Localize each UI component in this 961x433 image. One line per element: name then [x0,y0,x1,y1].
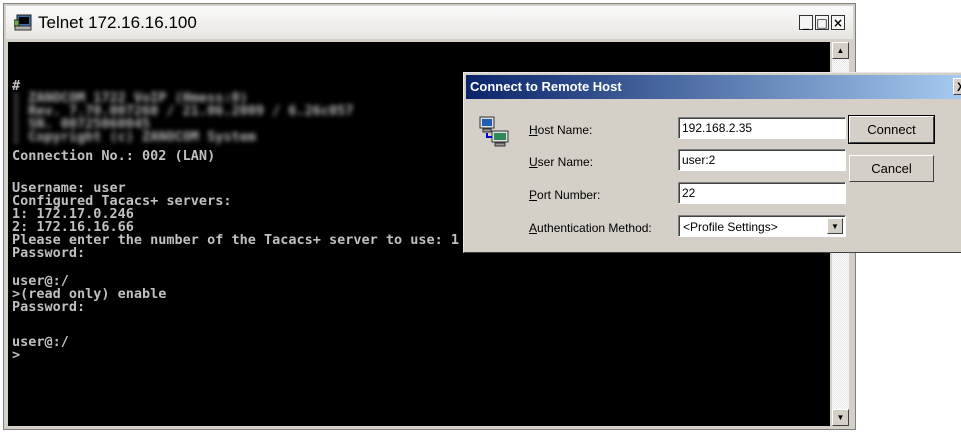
window-title: Telnet 172.16.16.100 [38,13,197,32]
terminal-line-blurred: ¦ Copyright (c) ZANOCOM System [12,129,256,145]
maximize-button[interactable]: □ [815,15,829,30]
network-computers-icon [479,116,509,147]
close-icon: X [956,79,961,94]
terminal-line: Connection No.: 002 (LAN) [12,148,216,164]
minimize-icon: _ [803,15,809,30]
chevron-down-icon: ▼ [831,221,839,231]
auth-method-label: Authentication Method: [529,221,652,235]
telnet-titlebar[interactable]: Telnet 172.16.16.100 _ □ × [6,6,853,39]
scroll-down-button[interactable]: ▼ [832,409,849,426]
arrow-down-icon: ▼ [836,413,845,422]
arrow-up-icon: ▲ [836,46,845,55]
user-name-label: User Name: [529,155,594,169]
connect-button[interactable]: Connect [848,115,935,144]
connect-dialog: Connect to Remote Host X Host Name: 192.… [463,72,961,253]
port-number-label: Port Number: [529,188,601,202]
terminal-prompt: > [12,347,21,363]
terminal-line: Password: [12,245,86,261]
user-name-input[interactable]: user:2 [678,149,846,171]
maximize-icon: □ [816,15,828,30]
host-name-label: Host Name: [529,123,593,137]
dialog-close-button[interactable]: X [953,78,961,95]
dialog-title: Connect to Remote Host [470,79,622,94]
dialog-titlebar[interactable]: Connect to Remote Host X [466,75,961,99]
port-number-input[interactable]: 22 [678,182,846,204]
close-icon: × [832,15,844,30]
telnet-app-icon [14,14,32,31]
cancel-button[interactable]: Cancel [849,155,934,182]
auth-method-select[interactable]: <Profile Settings> ▼ [678,215,846,237]
terminal-line: user@:/ [12,334,69,350]
dropdown-button[interactable]: ▼ [827,218,843,234]
auth-method-value: <Profile Settings> [683,220,778,234]
scroll-up-button[interactable]: ▲ [832,42,849,59]
host-name-input[interactable]: 192.168.2.35 [678,117,846,139]
close-button[interactable]: × [831,15,845,30]
terminal-line: Password: [12,299,86,315]
minimize-button[interactable]: _ [799,15,813,30]
